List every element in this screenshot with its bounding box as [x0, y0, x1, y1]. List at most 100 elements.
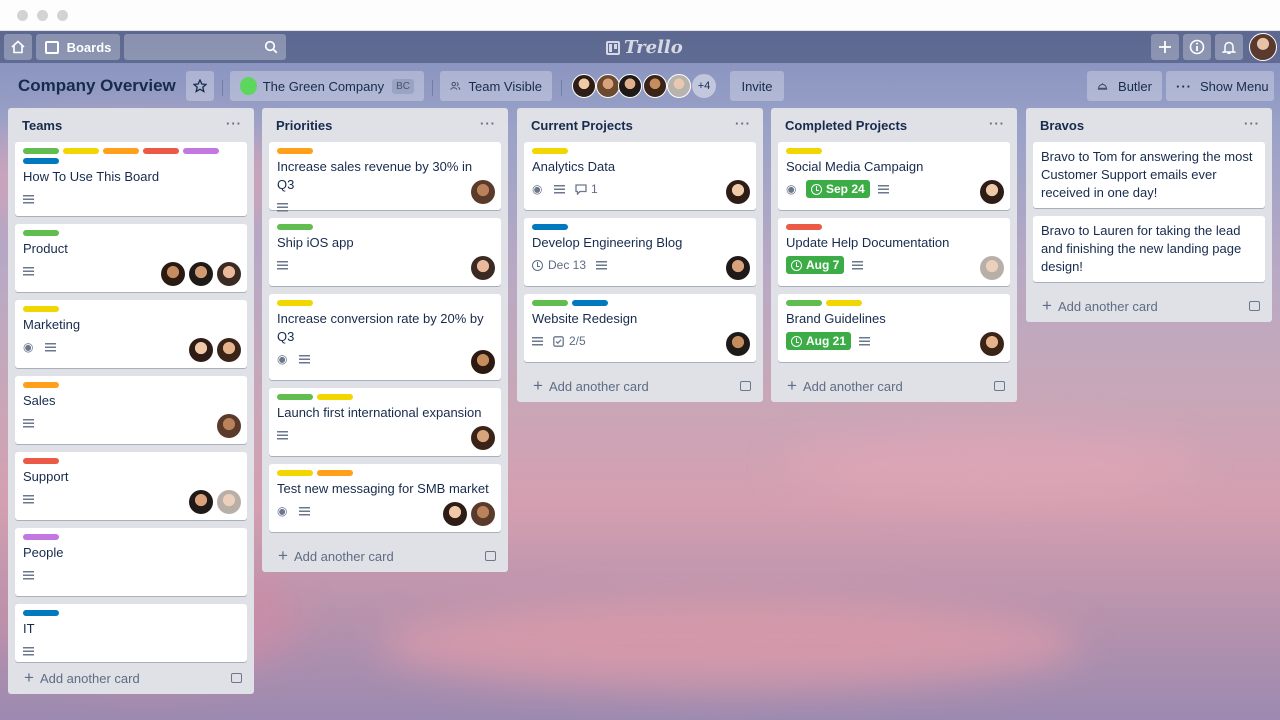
add-card-button[interactable]: + Add another card	[1026, 290, 1272, 322]
member-avatar[interactable]	[471, 350, 495, 374]
card[interactable]: Increase conversion rate by 20% by Q3 ◉	[269, 294, 501, 380]
card-template-icon[interactable]	[231, 673, 242, 683]
member-avatar[interactable]	[217, 414, 241, 438]
window-zoom-dot[interactable]	[57, 10, 68, 21]
create-button[interactable]	[1151, 34, 1179, 60]
board-title[interactable]: Company Overview	[18, 76, 176, 96]
label-yellow[interactable]	[317, 394, 353, 400]
member-avatar[interactable]	[217, 262, 241, 286]
list-header[interactable]: Priorities ···	[262, 108, 508, 142]
card[interactable]: How To Use This Board	[15, 142, 247, 216]
due-date-complete-badge[interactable]: Sep 24	[806, 180, 870, 198]
user-avatar[interactable]	[1249, 33, 1277, 61]
member-avatar[interactable]	[980, 256, 1004, 280]
label-blue[interactable]	[23, 610, 59, 616]
card[interactable]: Website Redesign 2/5	[524, 294, 756, 362]
label-yellow[interactable]	[786, 148, 822, 154]
more-members-badge[interactable]: +4	[692, 74, 716, 98]
label-yellow[interactable]	[63, 148, 99, 154]
card[interactable]: Product	[15, 224, 247, 292]
card[interactable]: Increase sales revenue by 30% in Q3	[269, 142, 501, 212]
member-avatar[interactable]	[726, 256, 750, 280]
card[interactable]: Social Media Campaign ◉ Sep 24	[778, 142, 1010, 210]
visibility-button[interactable]: Team Visible	[440, 71, 552, 101]
member-avatar[interactable]	[189, 490, 213, 514]
member-avatar[interactable]	[217, 490, 241, 514]
card[interactable]: Support	[15, 452, 247, 520]
card[interactable]: Launch first international expansion	[269, 388, 501, 456]
label-green[interactable]	[23, 148, 59, 154]
card[interactable]: Brand Guidelines Aug 21	[778, 294, 1010, 362]
list-header[interactable]: Completed Projects ···	[771, 108, 1017, 142]
card[interactable]: Bravo to Lauren for taking the lead and …	[1033, 216, 1265, 282]
member-avatar[interactable]	[443, 502, 467, 526]
invite-button[interactable]: Invite	[730, 71, 784, 101]
card-template-icon[interactable]	[485, 551, 496, 561]
card[interactable]: Update Help Documentation Aug 7	[778, 218, 1010, 286]
card[interactable]: IT	[15, 604, 247, 662]
member-avatar[interactable]	[572, 74, 596, 98]
member-avatar[interactable]	[217, 338, 241, 362]
member-avatar[interactable]	[726, 180, 750, 204]
notifications-button[interactable]	[1215, 34, 1243, 60]
label-red[interactable]	[23, 458, 59, 464]
card[interactable]: Develop Engineering Blog Dec 13	[524, 218, 756, 286]
label-yellow[interactable]	[23, 306, 59, 312]
due-date-complete-badge[interactable]: Aug 7	[786, 256, 845, 274]
card-template-icon[interactable]	[1249, 301, 1260, 311]
team-button[interactable]: The Green Company BC	[230, 71, 424, 101]
label-blue[interactable]	[572, 300, 608, 306]
member-avatar[interactable]	[643, 74, 667, 98]
trello-logo[interactable]: Trello	[606, 37, 683, 58]
butler-button[interactable]: Butler	[1087, 71, 1162, 101]
card[interactable]: Ship iOS app	[269, 218, 501, 286]
star-board-button[interactable]	[186, 71, 214, 101]
label-yellow[interactable]	[277, 300, 313, 306]
label-green[interactable]	[277, 394, 313, 400]
window-minimize-dot[interactable]	[37, 10, 48, 21]
label-blue[interactable]	[23, 158, 59, 164]
info-button[interactable]	[1183, 34, 1211, 60]
add-card-button[interactable]: + Add another card	[517, 370, 763, 402]
member-avatar[interactable]	[726, 332, 750, 356]
label-green[interactable]	[786, 300, 822, 306]
due-date-badge[interactable]: Dec 13	[532, 258, 586, 272]
member-avatar[interactable]	[667, 74, 691, 98]
label-red[interactable]	[786, 224, 822, 230]
due-date-complete-badge[interactable]: Aug 21	[786, 332, 852, 350]
member-avatar[interactable]	[471, 426, 495, 450]
label-yellow[interactable]	[826, 300, 862, 306]
card[interactable]: Test new messaging for SMB market ◉	[269, 464, 501, 532]
show-menu-button[interactable]: ··· Show Menu	[1166, 71, 1274, 101]
label-yellow[interactable]	[532, 148, 568, 154]
label-green[interactable]	[23, 230, 59, 236]
member-avatar[interactable]	[471, 502, 495, 526]
card-template-icon[interactable]	[740, 381, 751, 391]
card[interactable]: People	[15, 528, 247, 596]
label-red[interactable]	[143, 148, 179, 154]
label-orange[interactable]	[317, 470, 353, 476]
member-avatar[interactable]	[471, 180, 495, 204]
list-menu-icon[interactable]: ···	[480, 116, 496, 131]
add-card-button[interactable]: + Add another card	[771, 370, 1017, 402]
home-button[interactable]	[4, 34, 32, 60]
member-avatar[interactable]	[980, 332, 1004, 356]
boards-button[interactable]: Boards	[36, 34, 120, 60]
list-menu-icon[interactable]: ···	[989, 116, 1005, 131]
member-avatar[interactable]	[980, 180, 1004, 204]
add-card-button[interactable]: + Add another card	[8, 662, 254, 694]
label-orange[interactable]	[103, 148, 139, 154]
add-card-button[interactable]: + Add another card	[262, 540, 508, 572]
card-template-icon[interactable]	[994, 381, 1005, 391]
card[interactable]: Analytics Data ◉ 1	[524, 142, 756, 210]
label-purple[interactable]	[183, 148, 219, 154]
label-orange[interactable]	[277, 148, 313, 154]
card[interactable]: Sales	[15, 376, 247, 444]
member-avatar[interactable]	[471, 256, 495, 280]
label-green[interactable]	[277, 224, 313, 230]
label-blue[interactable]	[532, 224, 568, 230]
list-header[interactable]: Bravos ···	[1026, 108, 1272, 142]
label-orange[interactable]	[23, 382, 59, 388]
label-yellow[interactable]	[277, 470, 313, 476]
card[interactable]: Bravo to Tom for answering the most Cust…	[1033, 142, 1265, 208]
